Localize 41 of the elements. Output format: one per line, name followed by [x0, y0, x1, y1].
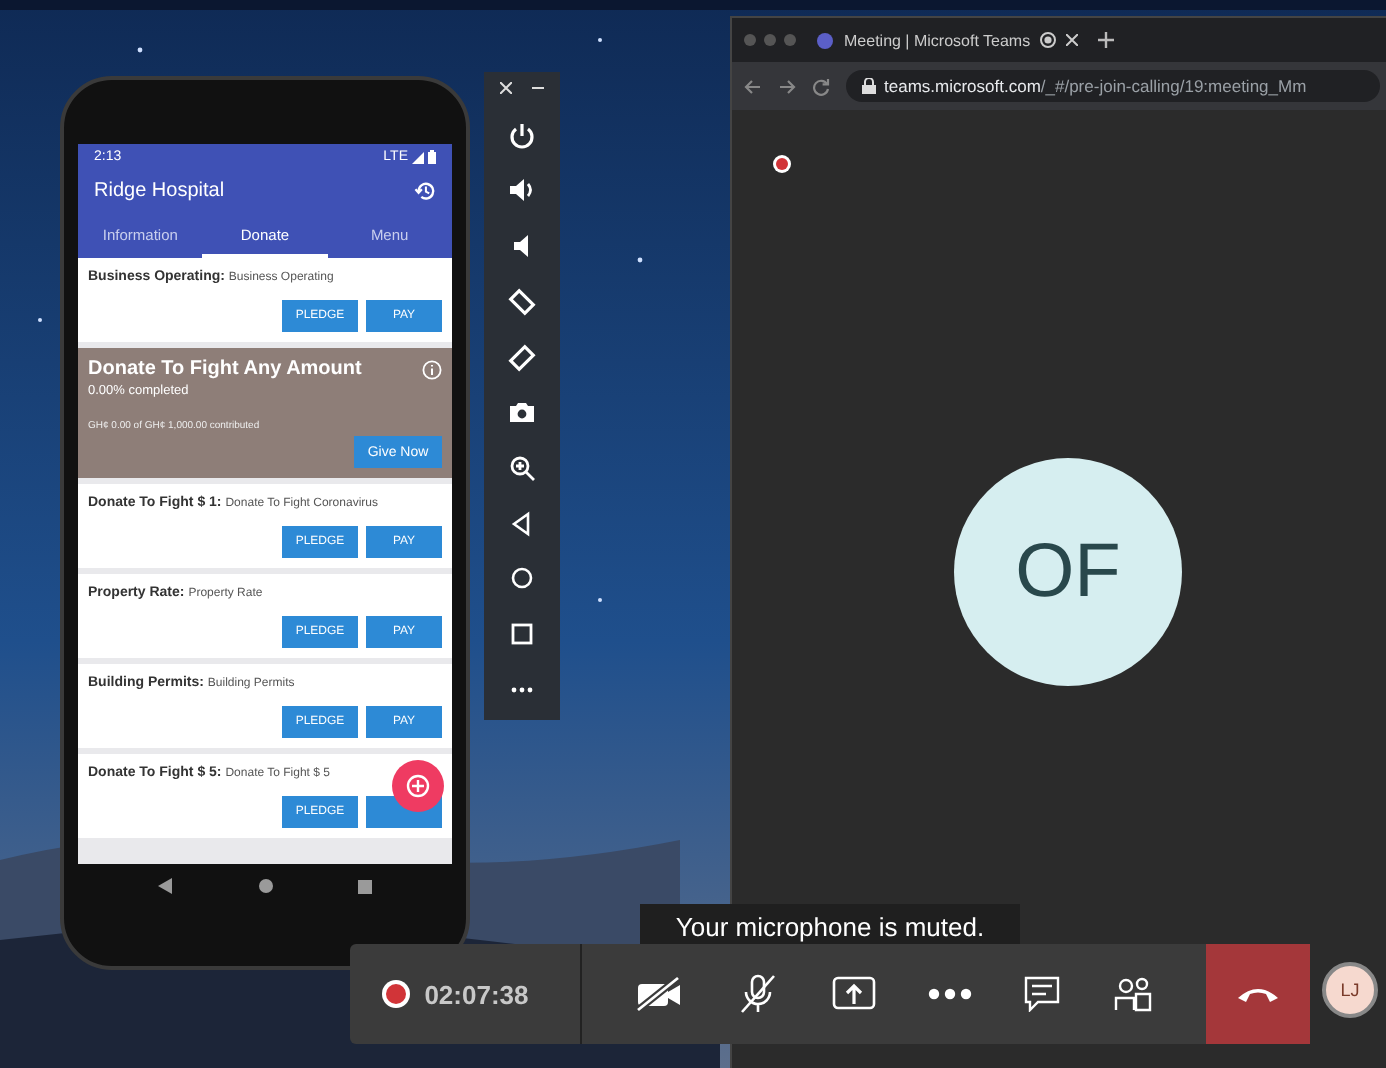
volume-up-icon[interactable] — [508, 176, 536, 205]
rotate-left-icon[interactable] — [508, 287, 536, 316]
recents-icon[interactable] — [358, 879, 372, 893]
participants-icon[interactable] — [1113, 976, 1154, 1012]
signal-icon — [412, 151, 424, 163]
power-icon[interactable] — [508, 121, 536, 150]
minimize-icon[interactable] — [532, 82, 544, 94]
home-icon[interactable] — [258, 878, 274, 894]
lock-icon — [862, 78, 876, 94]
history-icon[interactable] — [414, 180, 436, 202]
new-tab-icon[interactable] — [1098, 32, 1115, 48]
share-screen-icon[interactable] — [832, 976, 877, 1012]
campaign-title: Donate To Fight Any Amount — [88, 358, 362, 380]
recording-dot-icon — [772, 154, 792, 174]
overview-icon[interactable] — [508, 620, 536, 649]
participant-avatar: OF — [954, 458, 1182, 686]
zoom-icon[interactable] — [508, 454, 536, 483]
microphone-icon[interactable] — [735, 974, 780, 1014]
add-icon — [406, 774, 430, 798]
close-icon[interactable] — [1066, 34, 1079, 46]
call-timer: 02:07:38 — [424, 979, 529, 1009]
teams-icon — [816, 31, 834, 49]
close-icon[interactable] — [500, 82, 512, 94]
forward-icon[interactable] — [778, 77, 796, 95]
more-icon[interactable] — [928, 988, 973, 1000]
back-icon[interactable] — [158, 878, 174, 894]
phone-icon — [1235, 984, 1280, 1004]
address-field[interactable]: teams.microsoft.com/_#/pre-join-calling/19:meeting_Mm — [846, 70, 1380, 102]
recording-icon — [1040, 32, 1057, 48]
mute-notification: Your microphone is muted. — [640, 904, 1020, 948]
battery-icon — [428, 150, 436, 164]
camera-icon[interactable] — [508, 398, 536, 427]
reload-icon[interactable] — [812, 77, 830, 95]
chat-icon[interactable] — [1024, 976, 1061, 1012]
rotate-right-icon[interactable] — [508, 343, 536, 372]
info-icon[interactable] — [422, 359, 442, 379]
app-title: Ridge Hospital — [94, 180, 225, 202]
home-icon[interactable] — [508, 564, 536, 593]
record-icon — [380, 978, 412, 1010]
browser-tab[interactable]: Meeting | Microsoft Teams — [816, 31, 1079, 49]
camera-toggle-icon[interactable] — [635, 976, 684, 1012]
